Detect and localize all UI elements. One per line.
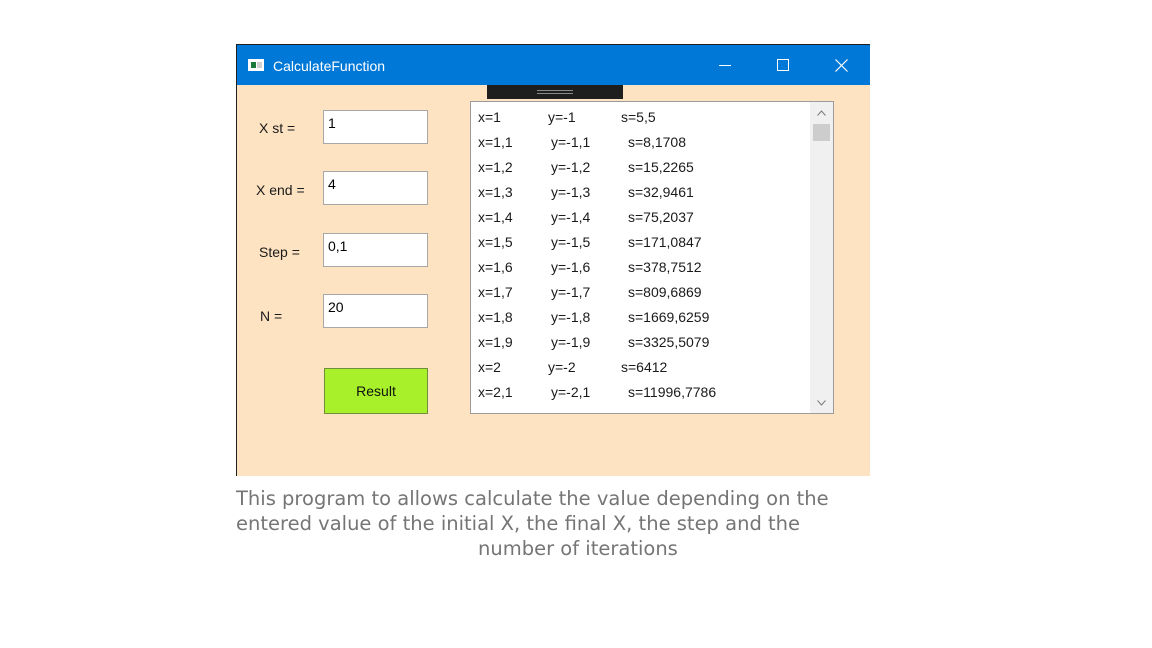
xend-input[interactable]: 4 bbox=[323, 171, 428, 205]
list-item[interactable]: x=1 y=-1 s=5,5 bbox=[471, 105, 809, 130]
chevron-down-icon bbox=[817, 399, 826, 406]
list-item[interactable]: x=1,5 y=-1,5 s=171,0847 bbox=[471, 230, 809, 255]
step-label: Step = bbox=[259, 244, 300, 260]
xstart-label: X st = bbox=[259, 120, 296, 136]
n-input[interactable]: 20 bbox=[323, 294, 428, 328]
title-bar[interactable]: CalculateFunction bbox=[237, 45, 870, 85]
list-item[interactable]: x=1,7 y=-1,7 s=809,6869 bbox=[471, 280, 809, 305]
scroll-thumb[interactable] bbox=[813, 124, 830, 141]
splitter-grip[interactable] bbox=[487, 85, 623, 99]
maximize-button[interactable] bbox=[754, 45, 812, 85]
n-label: N = bbox=[260, 308, 283, 324]
list-item[interactable]: x=1,3 y=-1,3 s=32,9461 bbox=[471, 180, 809, 205]
xend-label: X end = bbox=[256, 182, 305, 198]
description-caption: This program to allows calculate the val… bbox=[236, 486, 936, 561]
minimize-icon bbox=[719, 65, 731, 66]
close-icon bbox=[834, 58, 848, 72]
chevron-up-icon bbox=[817, 109, 826, 116]
caption-line-1: This program to allows calculate the val… bbox=[236, 487, 829, 510]
list-item[interactable]: x=1,9 y=-1,9 s=3325,5079 bbox=[471, 330, 809, 355]
window-title: CalculateFunction bbox=[273, 58, 386, 74]
caption-line-2: entered value of the initial X, the fina… bbox=[236, 512, 801, 535]
list-item[interactable]: x=1,1 y=-1,1 s=8,1708 bbox=[471, 130, 809, 155]
results-list: x=1 y=-1 s=5,5 x=1,1 y=-1,1 s=8,1708 x=1,2 y=… bbox=[471, 105, 809, 405]
list-item[interactable]: x=1,4 y=-1,4 s=75,2037 bbox=[471, 205, 809, 230]
app-window: CalculateFunction X st = 1 X end = 4 Ste… bbox=[236, 44, 870, 476]
scroll-up-button[interactable] bbox=[810, 104, 833, 121]
scroll-down-button[interactable] bbox=[810, 394, 833, 411]
list-item[interactable]: x=2,1 y=-2,1 s=11996,7786 bbox=[471, 380, 809, 405]
minimize-button[interactable] bbox=[696, 45, 754, 85]
results-listbox[interactable]: x=1 y=-1 s=5,5 x=1,1 y=-1,1 s=8,1708 x=1,2 y=… bbox=[470, 101, 834, 414]
maximize-icon bbox=[777, 59, 789, 71]
list-item[interactable]: x=2 y=-2 s=6412 bbox=[471, 355, 809, 380]
close-button[interactable] bbox=[812, 45, 870, 85]
list-item[interactable]: x=1,2 y=-1,2 s=15,2265 bbox=[471, 155, 809, 180]
result-button[interactable]: Result bbox=[324, 368, 428, 414]
list-item[interactable]: x=1,8 y=-1,8 s=1669,6259 bbox=[471, 305, 809, 330]
app-icon bbox=[248, 59, 264, 71]
step-input[interactable]: 0,1 bbox=[323, 233, 428, 267]
xstart-input[interactable]: 1 bbox=[323, 110, 428, 144]
caption-line-3: number of iterations bbox=[478, 537, 678, 560]
vertical-scrollbar[interactable] bbox=[810, 102, 833, 413]
list-item[interactable]: x=1,6 y=-1,6 s=378,7512 bbox=[471, 255, 809, 280]
